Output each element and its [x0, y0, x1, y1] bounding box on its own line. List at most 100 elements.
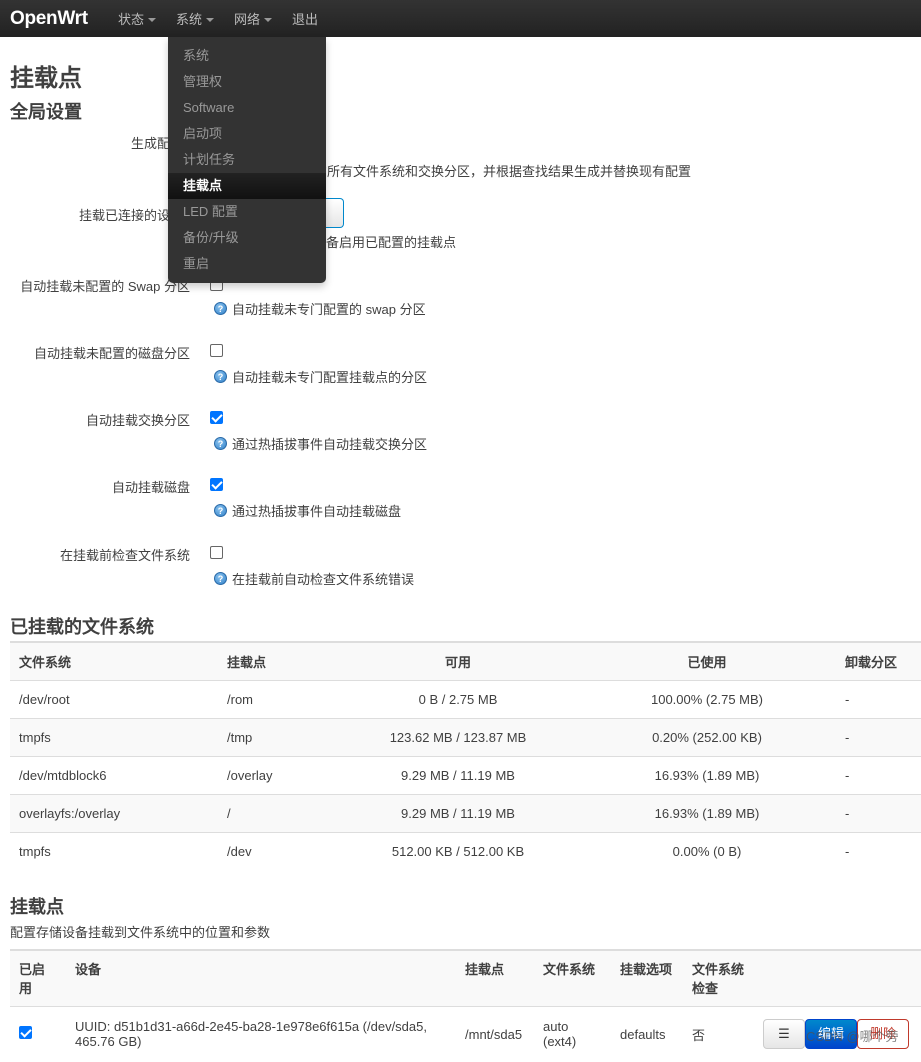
- cell-mount-point: /overlay: [218, 755, 338, 794]
- cell-available: 123.62 MB / 123.87 MB: [338, 717, 578, 756]
- col-filesystem: 文件系统: [10, 641, 218, 680]
- menu-status-label: 状态: [118, 12, 145, 27]
- top-navbar: OpenWrt 状态 系统 网络 退出: [0, 0, 921, 37]
- cell-unmount: -: [836, 717, 921, 756]
- cell-filesystem: /dev/root: [10, 679, 218, 718]
- cell-mount-point: /: [218, 793, 338, 832]
- cell-unmount: -: [836, 831, 921, 870]
- col-mount-point: 挂载点: [218, 641, 338, 680]
- generate-config-label: 生成配: [130, 136, 170, 151]
- help-icon: ?: [214, 437, 227, 450]
- table-row: /dev/mtdblock6 /overlay 9.29 MB / 11.19 …: [10, 755, 921, 794]
- cell-unmount: -: [836, 793, 921, 832]
- mount-points-title: 挂载点: [10, 897, 64, 917]
- cell-filesystem: tmpfs: [10, 717, 218, 756]
- option-label-swap-hotplug: 自动挂载交换分区: [85, 413, 190, 428]
- cell-mount-point: /mnt/sda5: [456, 1005, 534, 1062]
- cell-used: 100.00% (2.75 MB): [578, 679, 836, 718]
- watermark: CSDN @哪个旁: [806, 1029, 899, 1044]
- mount-attached-hint: 备启用已配置的挂载点: [326, 235, 457, 250]
- cell-unmount: -: [836, 679, 921, 718]
- dropdown-item-reboot[interactable]: 重启: [168, 251, 326, 277]
- option-label-disk-hotplug: 自动挂载磁盘: [111, 480, 190, 495]
- dropdown-item-scheduled-tasks[interactable]: 计划任务: [168, 147, 326, 173]
- cell-used: 0.20% (252.00 KB): [578, 717, 836, 756]
- mounted-fs-table: 文件系统 挂载点 可用 已使用 卸载分区 /dev/root /rom 0 B …: [10, 641, 921, 870]
- cell-used: 0.00% (0 B): [578, 831, 836, 870]
- checkbox-auto-disk-partition[interactable]: [210, 344, 223, 357]
- dropdown-item-software[interactable]: Software: [168, 95, 326, 121]
- col-used: 已使用: [578, 641, 836, 680]
- cell-used: 16.93% (1.89 MB): [578, 793, 836, 832]
- cell-mount-point: /rom: [218, 679, 338, 718]
- global-settings-title: 全局设置: [10, 102, 82, 122]
- table-header-row: 文件系统 挂载点 可用 已使用 卸载分区: [10, 641, 921, 680]
- table-row: /dev/root /rom 0 B / 2.75 MB 100.00% (2.…: [10, 679, 921, 718]
- col-enabled: 已启用: [10, 949, 66, 1006]
- menu-system[interactable]: 系统: [166, 9, 224, 28]
- help-icon: ?: [214, 572, 227, 585]
- menu-status[interactable]: 状态: [108, 9, 166, 28]
- table-row: tmpfs /tmp 123.62 MB / 123.87 MB 0.20% (…: [10, 717, 921, 756]
- cell-available: 9.29 MB / 11.19 MB: [338, 793, 578, 832]
- menu-system-label: 系统: [176, 12, 203, 27]
- option-hint-disk-hotplug: ? 通过热插拔事件自动挂载磁盘: [214, 501, 401, 520]
- help-icon: ?: [214, 504, 227, 517]
- menu-network[interactable]: 网络: [224, 9, 282, 28]
- cell-mount-point: /dev: [218, 831, 338, 870]
- help-icon: ?: [214, 302, 227, 315]
- page-title: 挂载点: [10, 65, 82, 92]
- cell-filesystem: /dev/mtdblock6: [10, 755, 218, 794]
- option-label-swap: 自动挂载未配置的 Swap 分区: [20, 279, 190, 294]
- col-filesystem: 文件系统: [534, 949, 611, 1006]
- option-hint-swap: ? 自动挂载未专门配置的 swap 分区: [214, 299, 426, 318]
- dropdown-item-backup-upgrade[interactable]: 备份/升级: [168, 225, 326, 251]
- table-row: overlayfs:/overlay / 9.29 MB / 11.19 MB …: [10, 793, 921, 832]
- checkbox-enabled[interactable]: [19, 1026, 32, 1040]
- cell-available: 512.00 KB / 512.00 KB: [338, 831, 578, 870]
- col-mount-point: 挂载点: [456, 949, 534, 1006]
- dropdown-item-admin[interactable]: 管理权: [168, 69, 326, 95]
- generate-config-hint: 的所有文件系统和交换分区，并根据查找结果生成并替换现有配置: [314, 164, 692, 179]
- dropdown-item-system[interactable]: 系统: [168, 43, 326, 69]
- dropdown-item-mount-points[interactable]: 挂载点: [168, 173, 326, 199]
- checkbox-disk-hotplug[interactable]: [210, 478, 223, 491]
- cell-mount-options: defaults: [611, 1005, 683, 1062]
- table-row: tmpfs /dev 512.00 KB / 512.00 KB 0.00% (…: [10, 831, 921, 870]
- mount-points-description: 配置存储设备挂载到文件系统中的位置和参数: [10, 925, 271, 940]
- cell-fsck: 否: [683, 1005, 763, 1062]
- option-label-disk-partition: 自动挂载未配置的磁盘分区: [33, 346, 190, 361]
- col-available: 可用: [338, 641, 578, 680]
- dropdown-item-startup[interactable]: 启动项: [168, 121, 326, 147]
- cell-unmount: -: [836, 755, 921, 794]
- table-row: UUID: d51b1d31-a66d-2e45-ba28-1e978e6f61…: [10, 1005, 921, 1062]
- menu-logout[interactable]: 退出: [282, 9, 328, 28]
- dropdown-item-led-config[interactable]: LED 配置: [168, 199, 326, 225]
- brand-logo[interactable]: OpenWrt: [0, 8, 108, 30]
- option-hint-swap-hotplug: ? 通过热插拔事件自动挂载交换分区: [214, 434, 427, 453]
- cell-mount-point: /tmp: [218, 717, 338, 756]
- cell-device: UUID: d51b1d31-a66d-2e45-ba28-1e978e6f61…: [66, 1005, 456, 1062]
- menu-logout-label: 退出: [292, 12, 319, 27]
- mounted-fs-title: 已挂载的文件系统: [10, 617, 154, 637]
- col-fsck: 文件系统检查: [683, 949, 763, 1006]
- mount-attached-label: 挂载已连接的设: [78, 208, 170, 223]
- col-actions: [763, 949, 921, 1006]
- option-label-fsck: 在挂载前检查文件系统: [59, 548, 190, 563]
- caret-down-icon: [148, 17, 157, 22]
- caret-down-icon: [264, 17, 273, 22]
- help-icon: ?: [214, 370, 227, 383]
- cell-filesystem: tmpfs: [10, 831, 218, 870]
- cell-available: 9.29 MB / 11.19 MB: [338, 755, 578, 794]
- cell-filesystem: overlayfs:/overlay: [10, 793, 218, 832]
- cell-available: 0 B / 2.75 MB: [338, 679, 578, 718]
- system-dropdown-menu: 系统 管理权 Software 启动项 计划任务 挂载点 LED 配置 备份/升…: [168, 37, 326, 283]
- option-hint-fsck: ? 在挂载前自动检查文件系统错误: [214, 569, 414, 588]
- col-mount-options: 挂载选项: [611, 949, 683, 1006]
- cell-filesystem: auto (ext4): [534, 1005, 611, 1062]
- checkbox-swap-hotplug[interactable]: [210, 411, 223, 424]
- caret-down-icon: [206, 17, 215, 22]
- checkbox-fsck[interactable]: [210, 546, 223, 559]
- table-header-row: 已启用 设备 挂载点 文件系统 挂载选项 文件系统检查: [10, 949, 921, 1006]
- sort-handle-button[interactable]: ☰: [763, 1019, 805, 1050]
